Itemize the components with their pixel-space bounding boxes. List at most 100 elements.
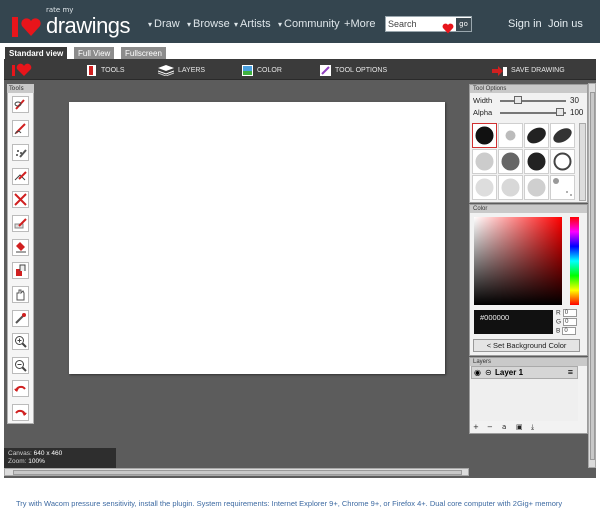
plugin-requirements-note[interactable]: Try with Wacom pressure sensitivity, ins… xyxy=(16,499,562,508)
vertical-scroll-thumb[interactable] xyxy=(590,92,595,460)
nav-community-label: Community xyxy=(284,18,340,30)
toolbar-save-drawing-button[interactable]: SAVE DRAWING xyxy=(492,63,565,77)
canvas-size-label: Canvas: xyxy=(8,450,32,457)
lock-icon[interactable]: ⊝ xyxy=(485,368,492,377)
nav-artists-label: Artists xyxy=(240,18,271,30)
chevron-down-icon: ▾ xyxy=(234,20,239,29)
brush-preset[interactable] xyxy=(524,149,549,174)
eye-icon[interactable]: ◉ xyxy=(474,368,481,377)
layer-name: Layer 1 xyxy=(495,368,524,377)
marker-tool-button[interactable] xyxy=(12,168,29,185)
fill-tool-button[interactable] xyxy=(12,239,29,256)
nav-draw[interactable]: ▾ Draw xyxy=(148,18,180,30)
brush-preset[interactable] xyxy=(498,149,523,174)
eyedropper-icon xyxy=(15,313,26,324)
pen-tool-button[interactable] xyxy=(12,120,29,137)
toolbar-color-button[interactable]: COLOR xyxy=(242,63,282,77)
search-box: go xyxy=(385,16,472,34)
highlighter-icon xyxy=(14,218,27,229)
brush-preset[interactable] xyxy=(550,175,575,200)
layer-alpha-button[interactable]: a xyxy=(502,423,506,431)
blue-value[interactable]: 0 xyxy=(562,327,577,335)
nav-artists[interactable]: ▾ Artists xyxy=(234,18,271,30)
save-icon xyxy=(492,65,507,76)
eraser-icon xyxy=(14,193,27,206)
airbrush-icon xyxy=(16,149,27,158)
app-logo-heart-icon xyxy=(12,63,32,77)
vertical-scrollbar[interactable] xyxy=(588,83,596,468)
toolbar-layers-label: LAYERS xyxy=(178,66,206,74)
horizontal-scroll-thumb[interactable] xyxy=(13,470,462,475)
width-label: Width xyxy=(473,96,493,105)
width-slider[interactable] xyxy=(500,100,566,102)
airbrush-tool-button[interactable] xyxy=(12,144,29,161)
site-logo[interactable]: rate my drawings xyxy=(12,7,131,38)
brush-preset[interactable] xyxy=(472,149,497,174)
zoom-out-icon xyxy=(15,360,27,372)
alpha-slider-knob[interactable] xyxy=(556,108,564,116)
color-panel-title: Color xyxy=(470,205,587,213)
toolbar-layers-button[interactable]: LAYERS xyxy=(157,63,206,77)
nav-browse-label: Browse xyxy=(193,18,230,30)
brush-preset[interactable] xyxy=(550,123,575,148)
brush-preset[interactable] xyxy=(472,175,497,200)
layer-item[interactable]: ◉ ⊝ Layer 1 ≡ xyxy=(471,366,578,379)
zoom-in-tool-button[interactable] xyxy=(12,333,29,350)
zoom-value: 100% xyxy=(28,458,45,465)
eyedropper-tool-button[interactable] xyxy=(12,310,29,327)
zoom-in-icon xyxy=(15,336,27,348)
green-field[interactable]: G0 xyxy=(556,318,578,326)
canvas-size-value: 640 x 460 xyxy=(33,450,63,457)
brush-preset[interactable] xyxy=(498,175,523,200)
toolbar-tool-options-button[interactable]: TOOL OPTIONS xyxy=(320,63,387,77)
redo-icon xyxy=(15,409,27,416)
hue-slider[interactable] xyxy=(570,217,579,305)
add-layer-button[interactable]: + xyxy=(473,423,479,431)
brush-preset[interactable] xyxy=(498,123,523,148)
pan-tool-button[interactable] xyxy=(12,286,29,303)
hex-color-field[interactable]: #000000 xyxy=(474,310,553,334)
layer-menu-icon[interactable]: ≡ xyxy=(568,367,573,377)
pen-icon xyxy=(14,123,26,135)
blue-field[interactable]: B0 xyxy=(556,327,577,335)
canvas-status: Canvas: 640 x 460 Zoom: 100% xyxy=(4,448,116,468)
search-input[interactable] xyxy=(388,18,438,30)
sign-in-link[interactable]: Sign in xyxy=(508,18,542,30)
nav-more[interactable]: +More xyxy=(344,18,376,30)
red-value[interactable]: 0 xyxy=(562,309,577,317)
brush-preset[interactable] xyxy=(550,149,575,174)
eraser-tool-button[interactable] xyxy=(12,191,29,208)
merge-down-icon[interactable]: ⤓ xyxy=(531,423,534,432)
remove-layer-button[interactable]: − xyxy=(487,423,493,431)
highlighter-tool-button[interactable] xyxy=(12,215,29,232)
duplicate-layer-icon[interactable]: ▣ xyxy=(516,423,523,431)
red-field[interactable]: R0 xyxy=(556,309,577,317)
alpha-label: Alpha xyxy=(473,108,493,117)
join-us-link[interactable]: Join us xyxy=(548,18,583,30)
green-value[interactable]: 0 xyxy=(563,318,578,326)
nav-community[interactable]: ▾ Community xyxy=(278,18,340,30)
toolbar-tools-button[interactable]: TOOLS xyxy=(86,63,125,77)
drawing-canvas[interactable] xyxy=(69,102,445,374)
brush-presets-scrollbar[interactable] xyxy=(579,123,586,201)
chevron-down-icon: ▾ xyxy=(148,20,153,29)
brush-preset[interactable] xyxy=(524,175,549,200)
smudge-tool-button[interactable] xyxy=(12,262,29,279)
search-go-button[interactable]: go xyxy=(456,18,471,31)
width-slider-knob[interactable] xyxy=(514,96,522,104)
zoom-out-tool-button[interactable] xyxy=(12,357,29,374)
nav-browse[interactable]: ▾ Browse xyxy=(187,18,230,30)
brush-preset[interactable] xyxy=(472,123,497,148)
logo-title: drawings xyxy=(46,13,131,38)
color-picker-field[interactable] xyxy=(474,217,562,305)
set-background-color-button[interactable]: < Set Background Color xyxy=(473,339,580,352)
smudge-icon xyxy=(16,264,26,276)
horizontal-scrollbar[interactable] xyxy=(4,468,469,476)
undo-tool-button[interactable] xyxy=(12,380,29,397)
canvas-size-row: Canvas: 640 x 460 xyxy=(8,450,112,458)
brush-preset[interactable] xyxy=(524,123,549,148)
redo-tool-button[interactable] xyxy=(12,404,29,421)
pencil-tool-button[interactable] xyxy=(12,96,29,113)
top-navigation-bar: rate my drawings ▾ Draw ▾ Browse ▾ Artists … xyxy=(0,0,600,43)
tool-options-title: Tool Options xyxy=(470,85,587,93)
